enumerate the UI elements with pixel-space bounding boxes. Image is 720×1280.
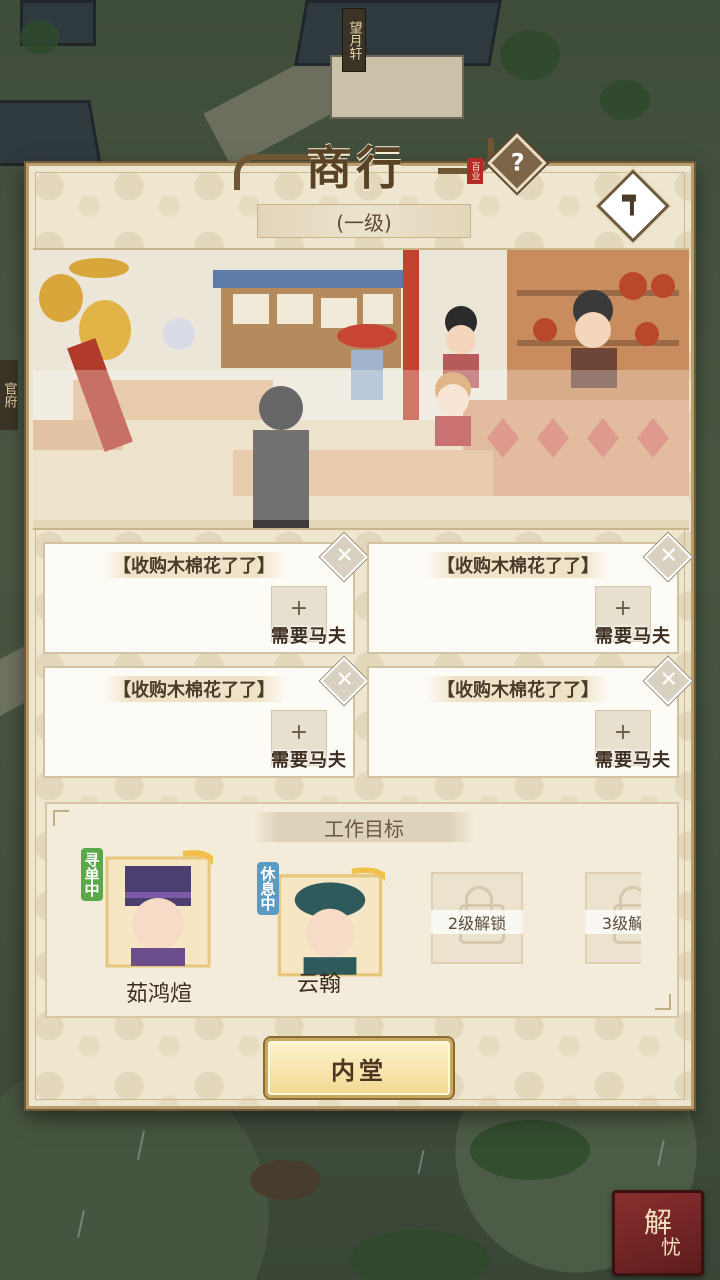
order-card[interactable]: 【收购木棉花了了】 ✕ + 需要马夫 [367, 532, 693, 654]
order-card[interactable]: 【收购木棉花了了】 ✕ + 需要马夫 [43, 656, 369, 778]
order-requirement: 需要马夫 [595, 626, 671, 647]
panel-title: 商行 [306, 141, 406, 195]
title-swirl-right [438, 138, 494, 174]
upgrade-button[interactable] [596, 169, 670, 243]
question-icon: ? [510, 148, 525, 177]
jieyou-badge-button[interactable]: 解 忧 [612, 1190, 704, 1276]
locked-slot-clip: 3级解锁 [585, 872, 641, 964]
worker-portrait [277, 867, 385, 977]
level-label: (一级) [257, 204, 471, 238]
cancel-order-button[interactable]: ✕ [643, 532, 693, 582]
worker-status-tag: 休息中 [257, 862, 279, 915]
worker-name: 云翰 [296, 972, 341, 997]
order-requirement: 需要马夫 [271, 750, 347, 771]
work-target-header: 工作目标 [253, 812, 475, 842]
unlock-requirement: 2级解锁 [431, 910, 523, 934]
order-requirement: 需要马夫 [271, 626, 347, 647]
locked-worker-slot[interactable]: 2级解锁 [431, 872, 523, 964]
shop-scene-illustration [33, 248, 689, 530]
order-title: 【收购木棉花了了】 [427, 552, 609, 578]
close-icon: ✕ [335, 543, 354, 569]
worker-card[interactable]: 休息中 云翰 [257, 862, 385, 997]
locked-worker-slot[interactable]: 3级解锁 [585, 872, 641, 964]
worker-portrait [105, 850, 213, 968]
inner-hall-button[interactable]: 内堂 [265, 1038, 453, 1098]
order-title: 【收购木棉花了了】 [427, 676, 609, 702]
worker-card[interactable]: 寻单中 茹鸿煊 [81, 848, 213, 1007]
order-card[interactable]: 【收购木棉花了了】 ✕ + 需要马夫 [367, 656, 693, 778]
unlock-requirement: 3级解锁 [585, 910, 641, 934]
government-office-sign[interactable]: 官府 [0, 360, 18, 430]
jieyou-sub-char: 忧 [661, 1235, 681, 1260]
panel-title-group: 商行 百业 ? [234, 132, 547, 202]
close-icon: ✕ [659, 667, 678, 693]
worker-name: 茹鸿煊 [125, 982, 192, 1007]
worker-status-tag: 寻单中 [81, 848, 103, 901]
jieyou-main-char: 解 [643, 1205, 672, 1239]
work-target-section: 工作目标 寻单中 茹鸿煊 休息中 云翰 2级解锁 3级解 [45, 802, 679, 1018]
close-icon: ✕ [335, 667, 354, 693]
cancel-order-button[interactable]: ✕ [643, 656, 693, 706]
close-icon: ✕ [659, 543, 678, 569]
shop-panel: 商行 百业 ? (一级) 【收购木棉花了了】 ✕ + 需要马夫 【收购木棉花了了… [26, 133, 694, 1109]
order-title: 【收购木棉花了了】 [103, 552, 285, 578]
order-requirement: 需要马夫 [595, 750, 671, 771]
order-title: 【收购木棉花了了】 [103, 676, 285, 702]
cancel-order-button[interactable]: ✕ [319, 532, 369, 582]
cancel-order-button[interactable]: ✕ [319, 656, 369, 706]
hammer-icon [609, 183, 655, 232]
building-sign: 望月轩 [342, 8, 366, 72]
order-card[interactable]: 【收购木棉花了了】 ✕ + 需要马夫 [43, 532, 369, 654]
title-seal: 百业 [467, 158, 483, 184]
